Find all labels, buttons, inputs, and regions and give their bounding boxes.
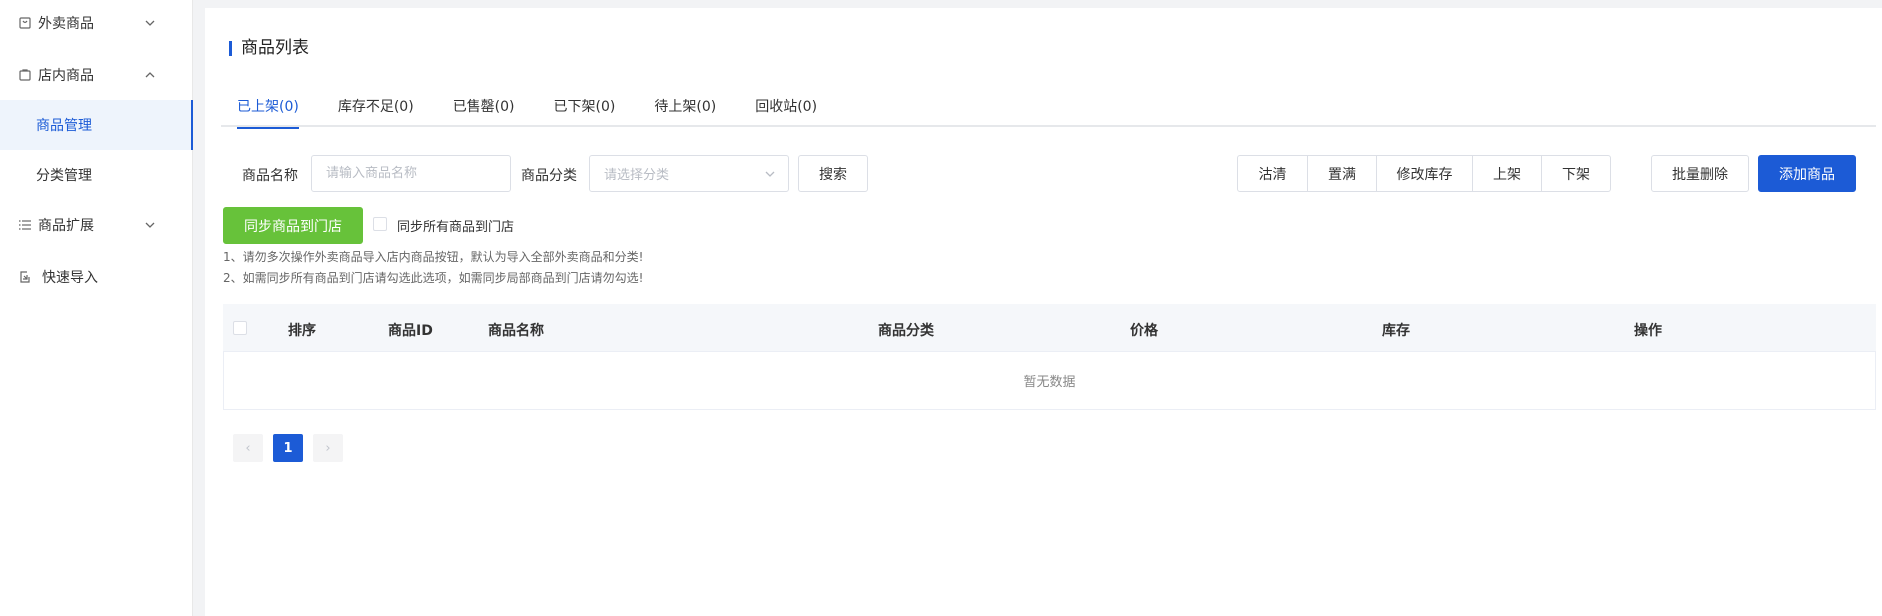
sidebar-group-label: 店内商品	[38, 68, 94, 84]
category-select[interactable]: 请选择分类	[589, 155, 789, 192]
clear-stock-button[interactable]: 沽清	[1238, 156, 1308, 191]
sidebar-item-label: 商品管理	[36, 118, 92, 134]
column-header: 价格	[1130, 323, 1158, 339]
edit-stock-button[interactable]: 修改库存	[1377, 156, 1473, 191]
sidebar-item-category-management[interactable]: 分类管理	[0, 150, 193, 200]
sidebar: 外卖商品 店内商品 商品管理 分类管理 商品扩展 快速导入	[0, 0, 193, 616]
prev-page-button[interactable]: ‹	[233, 434, 263, 462]
bag-icon	[18, 16, 32, 30]
sync-all-checkbox[interactable]	[373, 217, 387, 231]
column-header: 排序	[288, 323, 316, 339]
sync-note-2: 2、如需同步所有商品到门店请勾选此选项，如需同步局部商品到门店请勿勾选!	[223, 271, 644, 285]
tab-recycle-bin[interactable]: 回收站(0)	[739, 92, 833, 127]
search-button[interactable]: 搜索	[798, 155, 868, 192]
chevron-down-icon	[764, 168, 776, 180]
import-icon	[18, 270, 32, 284]
table-header: 排序 商品ID 商品名称 商品分类 价格 库存 操作	[223, 304, 1876, 352]
category-select-placeholder: 请选择分类	[604, 168, 670, 183]
column-header: 商品ID	[388, 323, 433, 339]
select-all-checkbox[interactable]	[233, 321, 247, 335]
sidebar-item-label: 分类管理	[36, 168, 92, 184]
tab-pending[interactable]: 待上架(0)	[638, 92, 732, 127]
list-icon	[18, 218, 32, 232]
product-name-input[interactable]	[311, 155, 511, 192]
next-page-button[interactable]: ›	[313, 434, 343, 462]
delist-button[interactable]: 下架	[1542, 156, 1610, 191]
sidebar-group-quick-import[interactable]: 快速导入	[0, 252, 193, 302]
tab-sold-out[interactable]: 已售罄(0)	[437, 92, 531, 127]
tab-listed[interactable]: 已上架(0)	[221, 92, 315, 129]
chevron-down-icon	[144, 17, 156, 29]
sidebar-item-product-management[interactable]: 商品管理	[0, 100, 193, 150]
chevron-up-icon	[144, 69, 156, 81]
batch-delete-button[interactable]: 批量删除	[1651, 155, 1749, 192]
page-title: 商品列表	[229, 38, 309, 58]
add-product-button[interactable]: 添加商品	[1758, 155, 1856, 192]
status-tabs: 已上架(0) 库存不足(0) 已售罄(0) 已下架(0) 待上架(0) 回收站(…	[221, 92, 1876, 129]
column-header: 操作	[1634, 323, 1662, 339]
sync-products-button[interactable]: 同步商品到门店	[223, 207, 363, 244]
sidebar-group-store-products[interactable]: 店内商品	[0, 50, 193, 100]
stock-action-group: 沽清 置满 修改库存 上架 下架	[1237, 155, 1611, 192]
sync-note-1: 1、请勿多次操作外卖商品导入店内商品按钮，默认为导入全部外卖商品和分类!	[223, 250, 644, 264]
chevron-down-icon	[144, 219, 156, 231]
sidebar-group-label: 快速导入	[42, 270, 98, 286]
sidebar-group-takeout-products[interactable]: 外卖商品	[0, 0, 193, 46]
tab-low-stock[interactable]: 库存不足(0)	[322, 92, 430, 127]
table-empty-state: 暂无数据	[223, 352, 1876, 410]
tab-delisted[interactable]: 已下架(0)	[538, 92, 632, 127]
sidebar-group-label: 商品扩展	[38, 218, 94, 234]
product-name-label: 商品名称	[242, 168, 298, 184]
sidebar-group-product-extension[interactable]: 商品扩展	[0, 200, 193, 250]
list-button[interactable]: 上架	[1473, 156, 1542, 191]
sync-all-label[interactable]: 同步所有商品到门店	[397, 216, 514, 235]
sidebar-group-label: 外卖商品	[38, 16, 94, 32]
page-number-button[interactable]: 1	[273, 434, 303, 462]
product-category-label: 商品分类	[521, 168, 577, 184]
column-header: 库存	[1382, 323, 1410, 339]
column-header: 商品名称	[488, 323, 544, 339]
column-header: 商品分类	[878, 323, 934, 339]
main-panel: 商品列表 已上架(0) 库存不足(0) 已售罄(0) 已下架(0) 待上架(0)…	[205, 8, 1882, 616]
shopping-bag-icon	[18, 68, 32, 82]
fill-stock-button[interactable]: 置满	[1308, 156, 1377, 191]
